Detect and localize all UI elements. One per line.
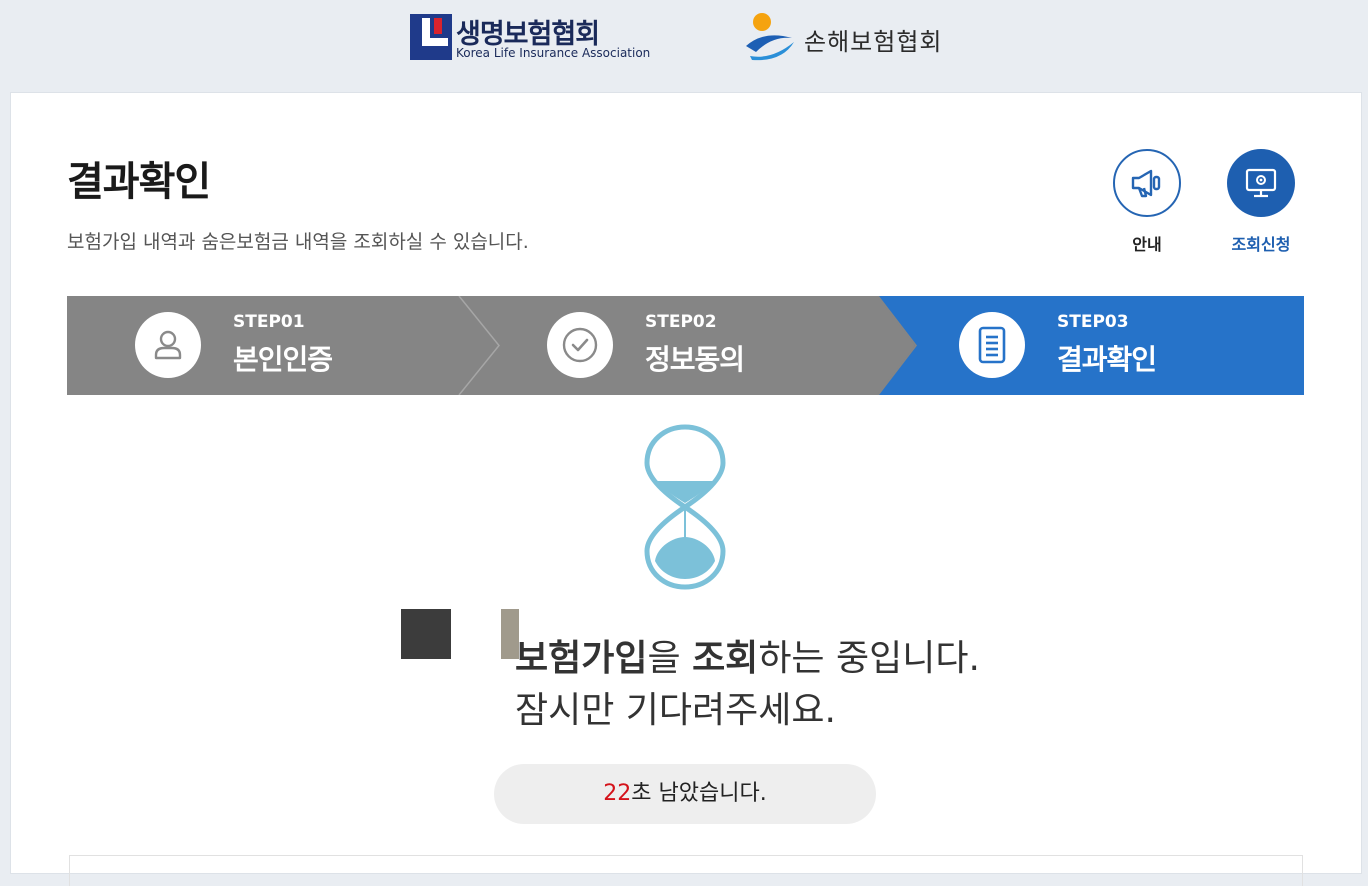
countdown-timer: 22초 남았습니다. xyxy=(494,764,876,824)
gia-name-ko: 손해보험협회 xyxy=(804,28,943,56)
document-icon xyxy=(959,312,1025,378)
loading-keyword-2: 조회 xyxy=(692,638,759,679)
klia-mark-icon xyxy=(410,14,452,60)
loading-rest: 하는 중입니다. xyxy=(758,638,980,679)
top-header: 생명보험협회 Korea Life Insurance Association … xyxy=(0,0,1368,92)
page-title: 결과확인 xyxy=(67,159,211,205)
loading-line-1: 보험가입을 조회하는 중입니다. xyxy=(515,633,1215,685)
step-3-name: 결과확인 xyxy=(1057,343,1157,376)
gia-mark-icon xyxy=(746,13,794,61)
hourglass-icon xyxy=(644,424,726,590)
loading-keyword-1: 보험가입 xyxy=(515,638,648,679)
step-2-number: STEP02 xyxy=(645,312,717,332)
step-2-name: 정보동의 xyxy=(645,343,745,376)
step-1-number: STEP01 xyxy=(233,312,305,332)
guide-label: 안내 xyxy=(1132,235,1162,254)
artifact-block xyxy=(401,609,451,659)
loading-line-2: 잠시만 기다려주세요. xyxy=(515,690,836,731)
result-panel xyxy=(69,855,1303,886)
guide-button[interactable]: 안내 xyxy=(1107,149,1187,255)
inquiry-request-label: 조회신청 xyxy=(1231,235,1291,254)
check-circle-icon xyxy=(547,312,613,378)
step-1-name: 본인인증 xyxy=(233,343,333,376)
inquiry-request-button[interactable]: 조회신청 xyxy=(1221,149,1301,255)
timer-suffix: 초 남았습니다. xyxy=(631,781,767,806)
page-subtitle: 보험가입 내역과 숨은보험금 내역을 조회하실 수 있습니다. xyxy=(67,231,529,253)
step-3-number: STEP03 xyxy=(1057,312,1129,332)
timer-seconds: 22 xyxy=(603,781,632,806)
klia-name-en: Korea Life Insurance Association xyxy=(456,46,651,60)
monitor-settings-icon xyxy=(1227,149,1295,217)
main-card: 결과확인 보험가입 내역과 숨은보험금 내역을 조회하실 수 있습니다. 안내 … xyxy=(10,92,1362,886)
loading-particle: 을 xyxy=(647,638,693,679)
megaphone-icon xyxy=(1113,149,1181,217)
step-progress-bar: STEP01 본인인증 STEP02 정보동의 STEP03 결과확인 xyxy=(67,296,1304,395)
user-icon xyxy=(135,312,201,378)
loading-message: 보험가입을 조회하는 중입니다. 잠시만 기다려주세요. xyxy=(515,633,1215,737)
